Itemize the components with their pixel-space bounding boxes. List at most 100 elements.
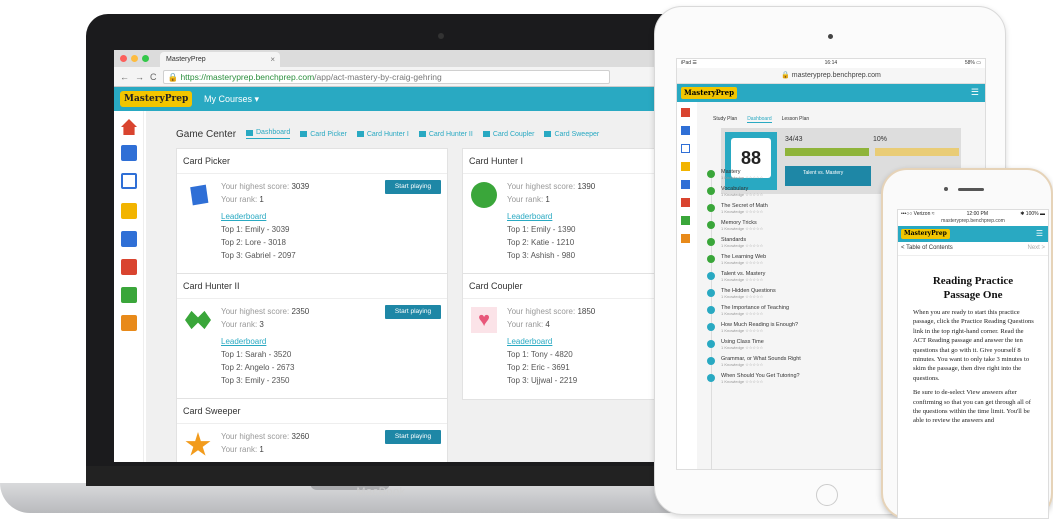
next-link[interactable]: Next > bbox=[1027, 245, 1045, 252]
game-center-icon[interactable] bbox=[681, 144, 690, 153]
phone-url[interactable]: masteryprep.benchprep.com bbox=[898, 218, 1048, 226]
reload-icon[interactable]: C bbox=[150, 72, 157, 82]
highest-score: Your highest score: 1850 bbox=[507, 307, 596, 316]
lesson-icon bbox=[707, 340, 715, 348]
lesson-item[interactable]: When Should You Get Tutoring? 1 Knowledge… bbox=[707, 373, 801, 390]
home-icon[interactable] bbox=[121, 119, 137, 135]
chat-icon[interactable] bbox=[121, 203, 137, 219]
calendar-icon[interactable] bbox=[681, 126, 690, 135]
tab-label: Card Hunter I bbox=[366, 130, 409, 138]
card-picker-icon bbox=[190, 184, 209, 206]
forward-icon[interactable]: → bbox=[135, 72, 144, 82]
tab-card-hunter-1[interactable]: Card Hunter I bbox=[356, 129, 409, 139]
lesson-item[interactable]: Memory Tricks 1 Knowledge ☆☆☆☆☆ bbox=[707, 220, 801, 237]
battery: ✱ 100% ▬ bbox=[1020, 211, 1045, 217]
clipboard-icon[interactable] bbox=[121, 315, 137, 331]
leaderboard-link[interactable]: Leaderboard bbox=[221, 210, 309, 223]
window-controls bbox=[120, 55, 149, 62]
close-window-button[interactable] bbox=[120, 55, 127, 62]
masteryprep-logo[interactable]: MasteryPrep bbox=[681, 87, 737, 99]
card-title: Card Hunter I bbox=[463, 149, 669, 174]
tab-label: Card Picker bbox=[310, 130, 347, 138]
tab-card-sweeper[interactable]: Card Sweeper bbox=[544, 129, 599, 139]
game-center-icon[interactable] bbox=[121, 173, 137, 189]
back-icon[interactable]: ← bbox=[120, 72, 129, 82]
leaderboard-link[interactable]: Leaderboard bbox=[221, 335, 309, 348]
lesson-icon bbox=[707, 289, 715, 297]
leaderboard-entry: Top 3: Ashish - 980 bbox=[507, 251, 576, 260]
tab-card-coupler[interactable]: Card Coupler bbox=[482, 129, 534, 139]
maximize-window-button[interactable] bbox=[142, 55, 149, 62]
flashcards-icon[interactable] bbox=[681, 198, 690, 207]
tab-lesson-plan[interactable]: Lesson Plan bbox=[782, 116, 810, 123]
menu-icon[interactable]: ☰ bbox=[971, 87, 979, 98]
my-courses-menu[interactable]: My Courses ▾ bbox=[204, 94, 259, 105]
reader-nav: < Table of Contents Next > bbox=[898, 242, 1048, 256]
lesson-icon bbox=[707, 323, 715, 331]
leaderboard-entry: Top 2: Lore - 3018 bbox=[221, 238, 286, 247]
lesson-item[interactable]: Vocabulary 1 Knowledge ☆☆☆☆☆ bbox=[707, 186, 801, 203]
leaderboard-entry: Top 1: Sarah - 3520 bbox=[221, 350, 292, 359]
lesson-meta: 1 Knowledge ☆☆☆☆☆ bbox=[721, 209, 764, 214]
progress-2: 10% bbox=[873, 136, 888, 143]
lesson-item[interactable]: The Learning Web 1 Knowledge ☆☆☆☆☆ bbox=[707, 254, 801, 271]
leaderboard-link[interactable]: Leaderboard bbox=[507, 210, 595, 223]
title-line: Passage One bbox=[943, 289, 1003, 301]
menu-icon[interactable]: ☰ bbox=[1036, 230, 1043, 238]
tab-dashboard[interactable]: Dashboard bbox=[246, 129, 291, 139]
notes-icon[interactable] bbox=[121, 287, 137, 303]
card-title: Card Hunter II bbox=[177, 274, 447, 299]
lesson-item[interactable]: Standards 1 Knowledge ☆☆☆☆☆ bbox=[707, 237, 801, 254]
tab-dashboard[interactable]: Dashboard bbox=[747, 116, 772, 123]
lesson-meta: 1 Knowledge ☆☆☆☆☆ bbox=[721, 379, 764, 384]
book-icon[interactable] bbox=[121, 231, 137, 247]
lesson-icon bbox=[707, 374, 715, 382]
tablet-camera bbox=[828, 34, 833, 39]
lesson-item[interactable]: Talent vs. Mastery 1 Knowledge ☆☆☆☆☆ bbox=[707, 271, 801, 288]
url-secure: https://masteryprep.benchprep.com bbox=[180, 71, 315, 82]
lesson-meta: 1 Knowledge ☆☆☆☆☆ bbox=[721, 277, 764, 282]
lesson-item[interactable]: Mastery 1 Knowledge ☆☆☆☆☆ bbox=[707, 169, 801, 186]
lesson-item[interactable]: The Importance of Teaching 1 Knowledge ☆☆… bbox=[707, 305, 801, 322]
lesson-item[interactable]: Grammar, or What Sounds Right 1 Knowledge… bbox=[707, 356, 801, 373]
start-playing-button[interactable]: Start playing bbox=[385, 180, 441, 194]
calendar-icon[interactable] bbox=[121, 145, 137, 161]
lesson-icon bbox=[707, 357, 715, 365]
tab-card-hunter-2[interactable]: Card Hunter II bbox=[418, 129, 473, 139]
lesson-item[interactable]: The Secret of Math 1 Knowledge ☆☆☆☆☆ bbox=[707, 203, 801, 220]
phone-camera bbox=[944, 187, 948, 191]
book-icon[interactable] bbox=[681, 180, 690, 189]
lesson-meta: 1 Knowledge ☆☆☆☆☆ bbox=[721, 192, 764, 197]
url-bar[interactable]: 🔒 https://masteryprep.benchprep.com/app/… bbox=[162, 69, 610, 84]
table-of-contents-link[interactable]: < Table of Contents bbox=[901, 245, 953, 252]
tablet-status-bar: iPad ☰ 16:14 58% ▭ bbox=[677, 59, 985, 68]
lesson-item[interactable]: Using Class Time 1 Knowledge ☆☆☆☆☆ bbox=[707, 339, 801, 356]
clipboard-icon[interactable] bbox=[681, 234, 690, 243]
browser-tab[interactable]: MasteryPrep × bbox=[160, 52, 280, 67]
tab-card-picker[interactable]: Card Picker bbox=[300, 129, 347, 139]
highest-score: Your highest score: 2350 bbox=[221, 307, 310, 316]
masteryprep-logo[interactable]: MasteryPrep bbox=[120, 91, 193, 107]
masteryprep-logo[interactable]: MasteryPrep bbox=[901, 229, 950, 239]
rank: Your rank: 4 bbox=[507, 320, 550, 329]
card-sweeper-icon bbox=[185, 432, 211, 456]
start-playing-button[interactable]: Start playing bbox=[385, 430, 441, 444]
notes-icon[interactable] bbox=[681, 216, 690, 225]
minimize-window-button[interactable] bbox=[131, 55, 138, 62]
tablet-home-button[interactable] bbox=[816, 484, 838, 506]
phone-screen: •••○○ Verizon ≈ 12:00 PM ✱ 100% ▬ master… bbox=[897, 209, 1049, 519]
card-icon bbox=[482, 131, 490, 137]
chat-icon[interactable] bbox=[681, 162, 690, 171]
progress-bar-2 bbox=[875, 148, 959, 156]
start-playing-button[interactable]: Start playing bbox=[385, 305, 441, 319]
tab-study-plan[interactable]: Study Plan bbox=[713, 116, 737, 123]
tablet-url-bar[interactable]: 🔒 masteryprep.benchprep.com bbox=[677, 68, 985, 84]
leaderboard-entry: Top 1: Emily - 1390 bbox=[507, 225, 576, 234]
leaderboard-link[interactable]: Leaderboard bbox=[507, 335, 595, 348]
flashcards-icon[interactable] bbox=[121, 259, 137, 275]
lesson-item[interactable]: How Much Reading is Enough? 1 Knowledge ☆… bbox=[707, 322, 801, 339]
lesson-item[interactable]: The Hidden Questions 1 Knowledge ☆☆☆☆☆ bbox=[707, 288, 801, 305]
tab-close-icon[interactable]: × bbox=[270, 55, 275, 64]
lesson-icon bbox=[707, 272, 715, 280]
home-icon[interactable] bbox=[681, 108, 690, 117]
